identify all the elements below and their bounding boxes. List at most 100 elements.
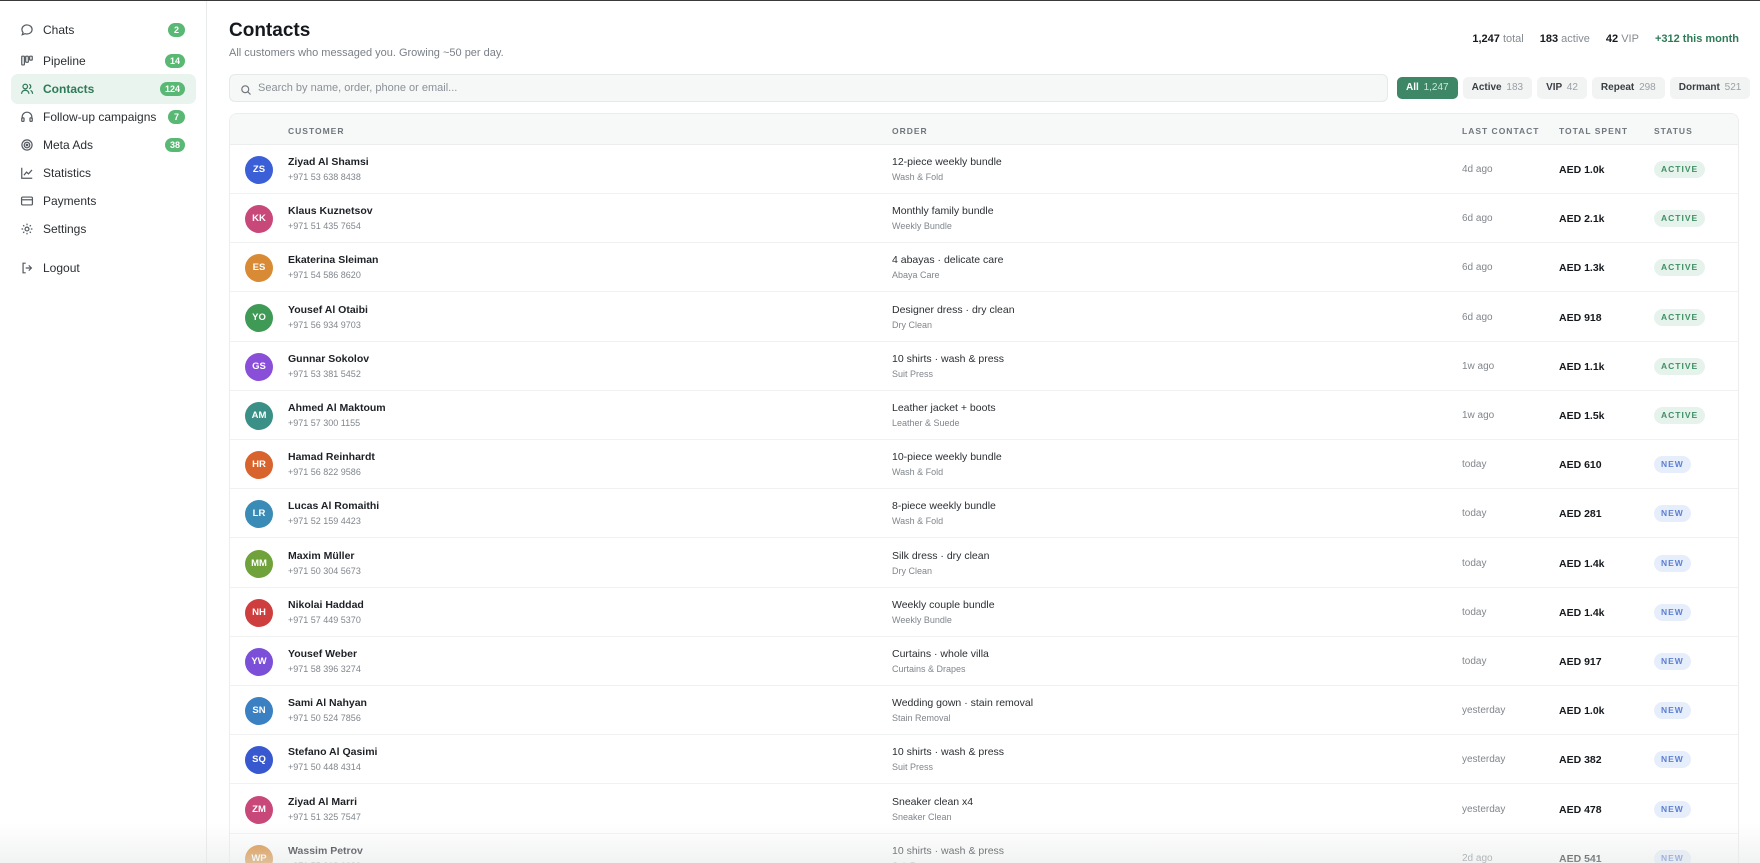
sidebar-item-contacts[interactable]: Contacts 124 bbox=[11, 74, 196, 104]
column-header-total-spent[interactable]: TOTAL SPENT bbox=[1559, 126, 1628, 136]
line-chart-icon bbox=[20, 166, 34, 180]
column-header-customer[interactable]: CUSTOMER bbox=[288, 126, 345, 136]
status-badge: NEW bbox=[1654, 849, 1691, 863]
users-icon bbox=[20, 82, 34, 96]
count-badge: 38 bbox=[164, 138, 185, 152]
filter-dormant[interactable]: Dormant 521 bbox=[1669, 77, 1751, 99]
customer-name[interactable]: Stefano Al Qasimi bbox=[288, 746, 377, 758]
total-spent: AED 917 bbox=[1559, 656, 1602, 668]
filter-repeat[interactable]: Repeat 298 bbox=[1591, 77, 1665, 99]
table-row[interactable]: SQ Stefano Al Qasimi +971 50 448 4314 10 sh… bbox=[230, 735, 1738, 785]
table-row[interactable]: WPWassim Petrov+971 55 218 663010 shirts… bbox=[230, 834, 1738, 863]
customer-name[interactable]: Yousef Weber bbox=[288, 648, 357, 660]
customer-name[interactable]: Klaus Kuznetsov bbox=[288, 205, 373, 217]
table-row[interactable]: AM Ahmed Al Maktoum +971 57 300 1155 Leathe… bbox=[230, 391, 1738, 440]
sidebar-item-meta-ads[interactable]: Meta Ads 38 bbox=[11, 130, 196, 160]
customer-name[interactable]: Ziyad Al Shamsi bbox=[288, 156, 369, 168]
sidebar-item-payments[interactable]: Payments bbox=[11, 186, 196, 216]
customer-name[interactable]: Hamad Reinhardt bbox=[288, 451, 375, 463]
sidebar-item-pipeline[interactable]: Pipeline 14 bbox=[11, 46, 196, 76]
total-spent: AED 541 bbox=[1559, 852, 1602, 863]
order-category: Abaya Care bbox=[892, 270, 940, 281]
customer-name[interactable]: Ziyad Al Marri bbox=[288, 796, 357, 808]
customer-name[interactable]: Ekaterina Sleiman bbox=[288, 254, 378, 266]
sidebar-item-label: Contacts bbox=[43, 82, 95, 96]
stat-active: 183 active bbox=[1539, 33, 1590, 45]
customer-phone: +971 56 934 9703 bbox=[288, 319, 361, 330]
order-title: Curtains · whole villa bbox=[892, 648, 989, 660]
chat-bubble-icon bbox=[20, 23, 34, 37]
column-header-last-contact[interactable]: LAST CONTACT bbox=[1462, 126, 1539, 136]
table-row[interactable]: ZS Ziyad Al Shamsi +971 53 638 8438 12-piec… bbox=[230, 145, 1738, 194]
customer-name[interactable]: Sami Al Nahyan bbox=[288, 697, 367, 709]
table-row[interactable]: YO Yousef Al Otaibi +971 56 934 9703 Design… bbox=[230, 293, 1738, 342]
customer-name[interactable]: Maxim Müller bbox=[288, 550, 355, 562]
kanban-icon bbox=[20, 54, 34, 68]
sidebar-item-chats[interactable]: Chats 2 bbox=[11, 15, 196, 45]
last-contact: 6d ago bbox=[1462, 213, 1493, 225]
column-header-order[interactable]: ORDER bbox=[892, 126, 928, 136]
filter-active[interactable]: Active 183 bbox=[1462, 77, 1533, 99]
avatar: GS bbox=[245, 352, 273, 381]
last-contact: today bbox=[1462, 656, 1487, 667]
logout-button[interactable]: Logout bbox=[11, 253, 196, 283]
sidebar-item-statistics[interactable]: Statistics bbox=[11, 158, 196, 188]
status-badge: ACTIVE bbox=[1654, 259, 1706, 277]
order-title: 8-piece weekly bundle bbox=[892, 500, 996, 513]
table-row[interactable]: LR Lucas Al Romaithi +971 52 159 4423 8-pie… bbox=[230, 489, 1738, 539]
search-input[interactable] bbox=[258, 75, 1378, 101]
order-category: Weekly Bundle bbox=[892, 221, 952, 232]
sidebar: Chats 2 Pipeline 14 Contacts 124 Follow-… bbox=[0, 1, 207, 863]
contact-stats: 1,247 total 183 active 42 VIP +312 this … bbox=[1472, 33, 1739, 45]
status-badge: NEW bbox=[1654, 751, 1691, 769]
order-title: 12-piece weekly bundle bbox=[892, 156, 1002, 168]
order-title: 10-piece weekly bundle bbox=[892, 451, 1002, 464]
table-row[interactable]: YW Yousef Weber +971 58 396 3274 Curtains ·… bbox=[230, 637, 1738, 686]
filter-all[interactable]: All 1,247 bbox=[1397, 77, 1458, 99]
window-top-border bbox=[0, 0, 1760, 1]
sidebar-item-settings[interactable]: Settings bbox=[11, 214, 196, 244]
customer-phone: +971 56 822 9586 bbox=[288, 467, 361, 478]
customer-name[interactable]: Wassim Petrov bbox=[288, 845, 363, 857]
table-row[interactable]: MM Maxim Müller +971 50 304 5673 Silk dress… bbox=[230, 539, 1738, 588]
target-icon bbox=[20, 138, 34, 152]
table-row[interactable]: ZM Ziyad Al Marri +971 51 325 7547 Sneaker … bbox=[230, 785, 1738, 834]
table-row[interactable]: SN Sami Al Nahyan +971 50 524 7856 Wedding … bbox=[230, 686, 1738, 736]
order-title: Designer dress · dry clean bbox=[892, 303, 1015, 316]
page-title: Contacts bbox=[229, 20, 311, 41]
last-contact: 1w ago bbox=[1462, 360, 1495, 372]
table-row[interactable]: NH Nikolai Haddad +971 57 449 5370 Weekly c… bbox=[230, 588, 1738, 637]
last-contact: today bbox=[1462, 557, 1487, 569]
order-title: 10 shirts · wash & press bbox=[892, 746, 1005, 759]
table-row[interactable]: GS Gunnar Sokolov +971 53 381 5452 10 shirt… bbox=[230, 342, 1738, 391]
total-spent: AED 1.0k bbox=[1559, 164, 1605, 176]
total-spent: AED 2.1k bbox=[1559, 213, 1605, 226]
filter-vip[interactable]: VIP 42 bbox=[1537, 77, 1587, 99]
order-category: Curtains & Drapes bbox=[892, 664, 966, 674]
column-header-status[interactable]: STATUS bbox=[1654, 126, 1693, 136]
table-row[interactable]: ES Ekaterina Sleiman +971 54 586 8620 4 aba… bbox=[230, 243, 1738, 293]
status-badge: ACTIVE bbox=[1654, 407, 1706, 424]
table-row[interactable]: KK Klaus Kuznetsov +971 51 435 7654 Monthly… bbox=[230, 194, 1738, 244]
total-spent: AED 1.4k bbox=[1559, 606, 1605, 619]
status-badge: NEW bbox=[1654, 702, 1691, 720]
customer-name[interactable]: Ahmed Al Maktoum bbox=[288, 402, 386, 414]
order-category: Dry Clean bbox=[892, 565, 933, 576]
customer-name[interactable]: Lucas Al Romaithi bbox=[288, 500, 379, 512]
sidebar-item-label: Pipeline bbox=[43, 54, 86, 68]
sidebar-item-follow-up-campaigns[interactable]: Follow-up campaigns 7 bbox=[11, 102, 196, 132]
total-spent: AED 1.1k bbox=[1559, 360, 1605, 373]
order-title: 10 shirts · wash & press bbox=[892, 352, 1005, 365]
customer-name[interactable]: Nikolai Haddad bbox=[288, 599, 364, 611]
order-category: Wash & Fold bbox=[892, 467, 944, 478]
order-title: Wedding gown · stain removal bbox=[892, 697, 1034, 710]
status-badge: NEW bbox=[1654, 456, 1691, 474]
search-icon bbox=[240, 83, 252, 95]
status-badge: ACTIVE bbox=[1654, 161, 1706, 178]
customer-name[interactable]: Gunnar Sokolov bbox=[288, 353, 369, 365]
customer-name[interactable]: Yousef Al Otaibi bbox=[288, 304, 368, 316]
table-row[interactable]: HR Hamad Reinhardt +971 56 822 9586 10-piec… bbox=[230, 440, 1738, 490]
gear-icon bbox=[20, 222, 34, 236]
status-badge: NEW bbox=[1654, 554, 1691, 572]
unread-count-badge: 2 bbox=[168, 23, 185, 37]
